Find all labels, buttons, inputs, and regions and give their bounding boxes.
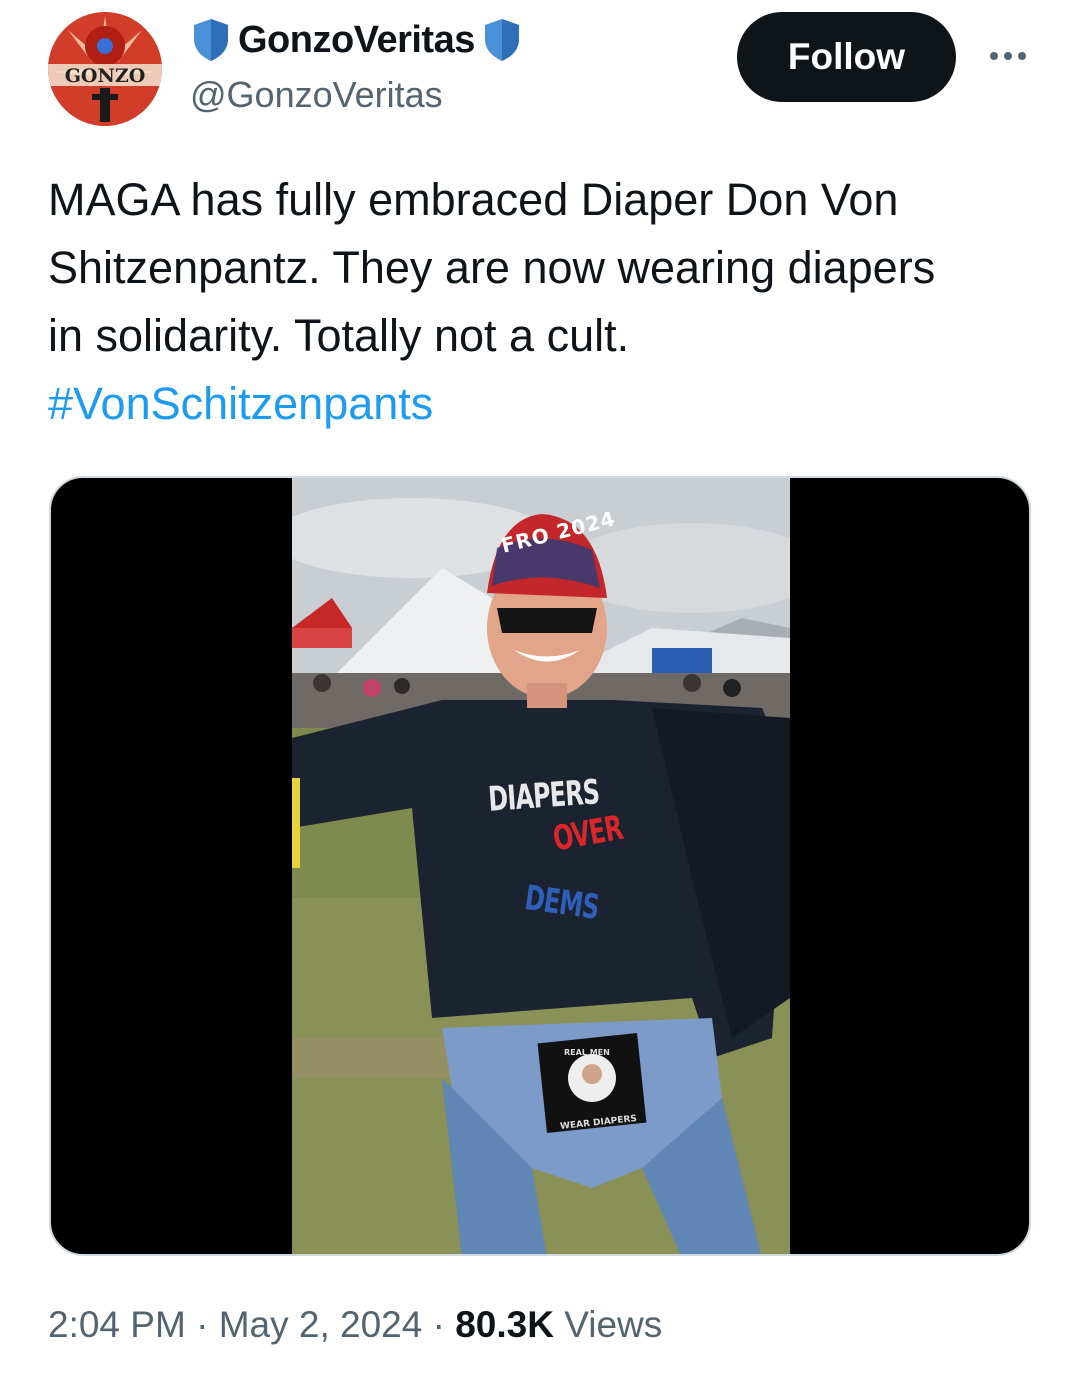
more-dot [1018,52,1026,60]
tweet-text: MAGA has fully embraced Diaper Don Von S… [48,166,1038,438]
views-label: Views [564,1304,663,1345]
hashtag-link[interactable]: #VonSchitzenpants [48,370,1038,438]
more-horizontal-icon[interactable] [980,34,1036,78]
tweet-meta: 2:04 PM · May 2, 2024 · 80.3K Views [48,1304,662,1346]
tweet-date[interactable]: May 2, 2024 [219,1304,423,1345]
avatar-image: GONZO [48,12,162,126]
photo-illustration [292,478,790,1254]
meta-separator: · [196,1304,209,1345]
more-dot [1004,52,1012,60]
shirt-text-line: DIAPERS [487,772,601,820]
avatar[interactable]: GONZO [48,12,162,126]
meta-separator: · [432,1304,445,1345]
shield-badge-icon [190,17,232,63]
tweet-text-line: in solidarity. Totally not a cult. [48,310,630,361]
badge-text: REAL MEN [564,1048,610,1057]
author-name-row[interactable]: GonzoVeritas [190,14,523,66]
follow-button[interactable]: Follow [737,12,956,102]
more-dot [990,52,998,60]
views-count: 80.3K [455,1304,554,1345]
svg-text:GONZO: GONZO [65,65,146,87]
tweet-text-line: Shitzenpantz. They are now wearing diape… [48,242,936,293]
tweet-photo[interactable]: FRO 2024 DIAPERS OVER DEMS REAL MEN WEAR… [292,478,790,1254]
tweet-media[interactable]: FRO 2024 DIAPERS OVER DEMS REAL MEN WEAR… [49,476,1031,1256]
tweet-time[interactable]: 2:04 PM [48,1304,186,1345]
tweet: GONZO GonzoVeritas @GonzoVeritas Follow [0,0,1080,1382]
user-handle[interactable]: @GonzoVeritas [190,74,443,116]
display-name[interactable]: GonzoVeritas [238,19,475,62]
shield-badge-icon [481,17,523,63]
tweet-text-line: MAGA has fully embraced Diaper Don Von [48,174,899,225]
